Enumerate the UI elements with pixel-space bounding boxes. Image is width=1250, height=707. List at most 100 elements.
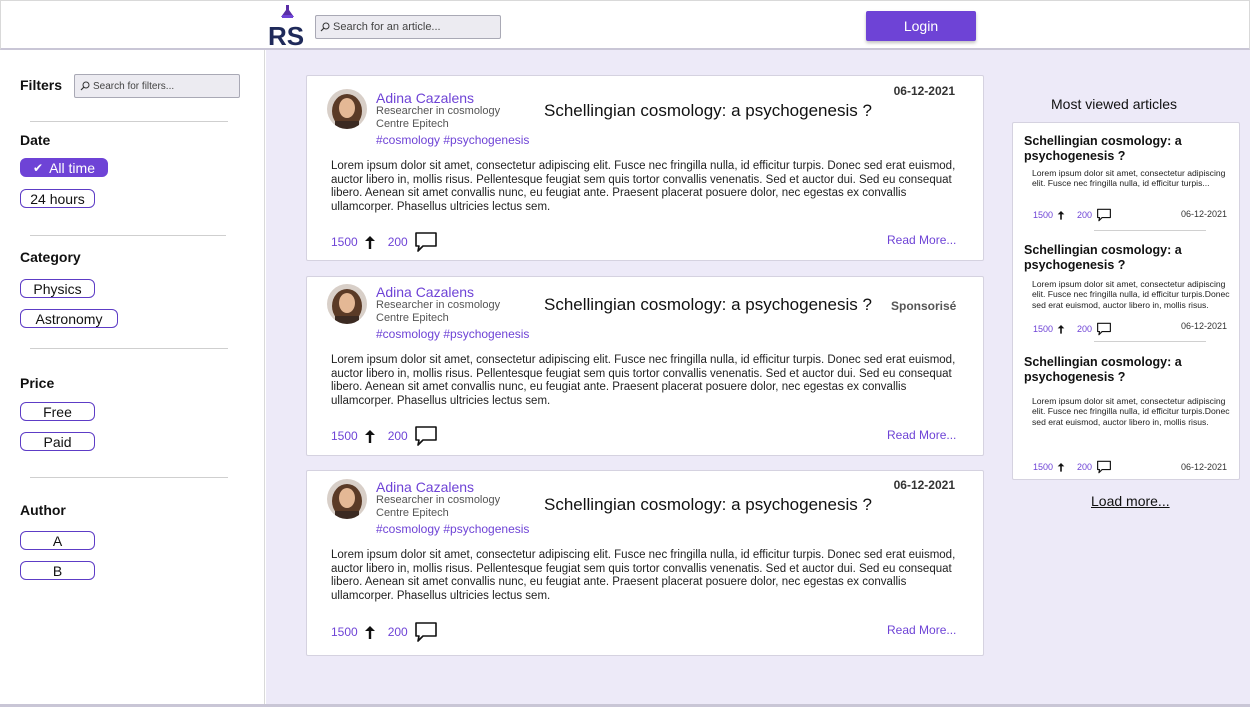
upvote-count: 1500: [1033, 210, 1054, 220]
article-title[interactable]: Schellingian cosmology: a psychogenesis …: [544, 295, 872, 315]
search-icon: [80, 81, 90, 91]
most-viewed-item-stats: 1500 200: [1033, 322, 1112, 336]
divider: [1094, 341, 1206, 342]
filter-category-astronomy[interactable]: Astronomy: [20, 309, 118, 328]
rs-logo[interactable]: RS: [267, 3, 309, 49]
filter-category-physics[interactable]: Physics: [20, 279, 95, 298]
upvote-arrow-icon[interactable]: [364, 625, 376, 639]
pill-label: Free: [43, 403, 72, 420]
most-viewed-item-stats: 1500 200: [1033, 208, 1112, 222]
category-section-title: Category: [20, 249, 81, 265]
filter-search-input[interactable]: Search for filters...: [74, 74, 240, 98]
author-role: Researcher in cosmology: [376, 105, 501, 117]
filters-title: Filters: [20, 77, 63, 93]
article-tags[interactable]: #cosmology #psychogenesis: [376, 327, 529, 341]
author-organization: Centre Epitech: [376, 312, 449, 324]
comment-bubble-icon[interactable]: [1096, 460, 1112, 474]
upvote-arrow-icon[interactable]: [1057, 210, 1065, 220]
article-search-placeholder: Search for an article...: [333, 21, 441, 33]
article-tags[interactable]: #cosmology #psychogenesis: [376, 133, 529, 147]
upvote-count: 1500: [331, 625, 358, 639]
most-viewed-item-date: 06-12-2021: [1180, 321, 1227, 331]
comment-bubble-icon[interactable]: [414, 425, 438, 447]
comment-count: 200: [387, 235, 408, 249]
upvote-arrow-icon[interactable]: [364, 429, 376, 443]
article-excerpt: Lorem ipsum dolor sit amet, consectetur …: [331, 549, 956, 602]
pill-label: Physics: [33, 280, 82, 297]
article-card[interactable]: Adina Cazalens Researcher in cosmology C…: [306, 470, 984, 656]
article-stats: 1500 200: [331, 621, 438, 643]
article-title[interactable]: Schellingian cosmology: a psychogenesis …: [544, 101, 872, 121]
article-excerpt: Lorem ipsum dolor sit amet, consectetur …: [331, 354, 956, 407]
author-avatar[interactable]: [327, 89, 367, 129]
comment-count: 200: [1077, 324, 1093, 334]
article-tags[interactable]: #cosmology #psychogenesis: [376, 522, 529, 536]
article-search-input[interactable]: Search for an article...: [315, 15, 501, 39]
comment-bubble-icon[interactable]: [1096, 322, 1112, 336]
pill-label: All time: [49, 159, 95, 176]
check-icon: ✔: [33, 160, 44, 175]
read-more-link[interactable]: Read More...: [887, 428, 956, 442]
most-viewed-item-title[interactable]: Schellingian cosmology: a psychogenesis …: [1024, 243, 1224, 273]
filter-author-b[interactable]: B: [20, 561, 95, 580]
article-card[interactable]: Adina Cazalens Researcher in cosmology C…: [306, 75, 984, 261]
author-role: Researcher in cosmology: [376, 299, 501, 311]
read-more-link[interactable]: Read More...: [887, 623, 956, 637]
author-avatar[interactable]: [327, 284, 367, 324]
author-organization: Centre Epitech: [376, 118, 449, 130]
divider: [30, 121, 228, 122]
load-more-link[interactable]: Load more...: [1091, 493, 1170, 509]
author-avatar[interactable]: [327, 479, 367, 519]
divider: [30, 477, 228, 478]
most-viewed-item-excerpt: Lorem ipsum dolor sit amet, consectetur …: [1032, 279, 1230, 310]
article-title[interactable]: Schellingian cosmology: a psychogenesis …: [544, 495, 872, 515]
filter-author-a[interactable]: A: [20, 531, 95, 550]
article-stats: 1500 200: [331, 231, 438, 253]
article-excerpt: Lorem ipsum dolor sit amet, consectetur …: [331, 160, 956, 213]
most-viewed-item-title[interactable]: Schellingian cosmology: a psychogenesis …: [1024, 355, 1224, 385]
read-more-link[interactable]: Read More...: [887, 233, 956, 247]
upvote-arrow-icon[interactable]: [1057, 462, 1065, 472]
upvote-count: 1500: [1033, 462, 1054, 472]
filter-price-free[interactable]: Free: [20, 402, 95, 421]
divider: [30, 348, 228, 349]
most-viewed-item-excerpt: Lorem ipsum dolor sit amet, consectetur …: [1032, 396, 1230, 427]
pill-label: 24 hours: [30, 190, 85, 207]
upvote-count: 1500: [331, 235, 358, 249]
author-role: Researcher in cosmology: [376, 494, 501, 506]
date-section-title: Date: [20, 132, 51, 148]
author-name[interactable]: Adina Cazalens: [376, 284, 474, 300]
search-icon: [320, 22, 330, 32]
most-viewed-item-date: 06-12-2021: [1180, 209, 1227, 219]
filter-date-all-time[interactable]: ✔ All time: [20, 158, 108, 177]
author-name[interactable]: Adina Cazalens: [376, 90, 474, 106]
filter-search-placeholder: Search for filters...: [93, 80, 175, 92]
upvote-arrow-icon[interactable]: [1057, 324, 1065, 334]
sponsored-label: Sponsorisé: [891, 299, 957, 313]
svg-text:RS: RS: [268, 21, 304, 49]
article-card[interactable]: Adina Cazalens Researcher in cosmology C…: [306, 276, 984, 456]
most-viewed-item-title[interactable]: Schellingian cosmology: a psychogenesis …: [1024, 134, 1224, 164]
pill-label: Astronomy: [35, 310, 103, 327]
pill-label: B: [52, 562, 63, 579]
comment-count: 200: [387, 625, 408, 639]
author-organization: Centre Epitech: [376, 507, 449, 519]
comment-count: 200: [387, 429, 408, 443]
login-button[interactable]: Login: [866, 11, 976, 41]
most-viewed-item-date: 06-12-2021: [1180, 462, 1227, 472]
upvote-arrow-icon[interactable]: [364, 235, 376, 249]
upvote-count: 1500: [331, 429, 358, 443]
most-viewed-title: Most viewed articles: [1051, 96, 1178, 112]
price-section-title: Price: [20, 375, 55, 391]
comment-bubble-icon[interactable]: [414, 621, 438, 643]
filter-date-24-hours[interactable]: 24 hours: [20, 189, 95, 208]
filter-price-paid[interactable]: Paid: [20, 432, 95, 451]
most-viewed-item-stats: 1500 200: [1033, 460, 1112, 474]
filters-sidebar: Filters Search for filters... Date ✔ All…: [0, 50, 265, 707]
pill-label: A: [52, 532, 63, 549]
comment-bubble-icon[interactable]: [414, 231, 438, 253]
upvote-count: 1500: [1033, 324, 1054, 334]
comment-bubble-icon[interactable]: [1096, 208, 1112, 222]
comment-count: 200: [1077, 210, 1093, 220]
author-name[interactable]: Adina Cazalens: [376, 479, 474, 495]
